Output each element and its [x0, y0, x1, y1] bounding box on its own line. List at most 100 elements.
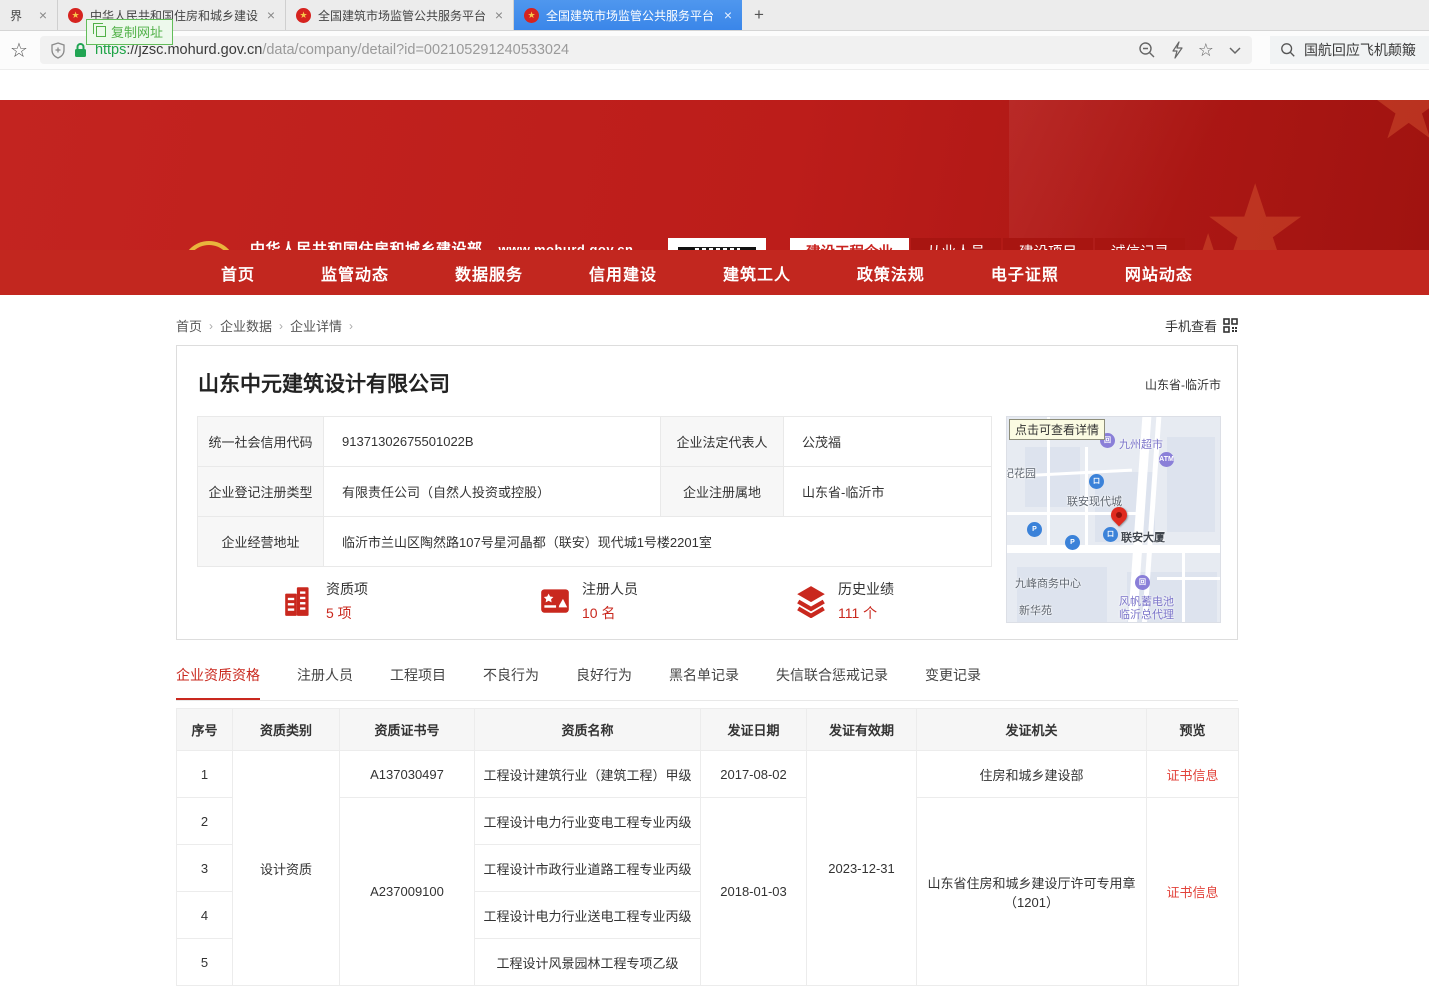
building-poi-icon: 口 — [1089, 474, 1104, 489]
cell-authority: 住房和城乡建设部 — [917, 751, 1147, 798]
tab-dishonesty-records[interactable]: 失信联合惩戒记录 — [776, 665, 888, 700]
flag-star-decoration: ★ — [1201, 160, 1309, 250]
tab-blacklist[interactable]: 黑名单记录 — [669, 665, 739, 700]
qr-mini-icon — [1223, 318, 1238, 333]
table-row: 企业经营地址 临沂市兰山区陶然路107号星河晶都（联安）现代城1号楼2201室 — [198, 517, 992, 567]
address-bar-actions: ☆ — [1138, 41, 1242, 59]
bookmark-star-icon[interactable]: ☆ — [10, 38, 28, 63]
nav-item-site-news[interactable]: 网站动态 — [1125, 261, 1193, 285]
stat-qualifications[interactable]: 资质项 5 项 — [282, 579, 538, 623]
company-region: 山东省-临沂市 — [1145, 376, 1221, 393]
brand-text: 中华人民共和国住房和城乡建设部www.mohurd.gov.cn 全国建筑市场监… — [250, 238, 670, 250]
search-tab-personnel[interactable]: 从业人员 — [911, 238, 1001, 250]
nav-item-credit[interactable]: 信用建设 — [589, 261, 657, 285]
tab-registered-personnel[interactable]: 注册人员 — [297, 665, 353, 700]
tab-change-records[interactable]: 变更记录 — [925, 665, 981, 700]
tab-qualifications[interactable]: 企业资质资格 — [176, 665, 260, 700]
new-tab-button[interactable]: + — [742, 0, 776, 30]
main-navigation: 首页 监管动态 数据服务 信用建设 建筑工人 政策法规 电子证照 网站动态 — [0, 250, 1429, 295]
col-name: 资质名称 — [475, 709, 701, 751]
cell-name: 工程设计风景园林工程专项乙级 — [475, 939, 701, 986]
company-stats: 资质项5 项 注册人员10 名 历史业绩111 个 — [282, 579, 1052, 623]
reg-region-label: 企业注册属地 — [661, 467, 784, 517]
site-brand[interactable]: 中华人民共和国住房和城乡建设部www.mohurd.gov.cn 全国建筑市场监… — [181, 238, 670, 250]
nav-item-home[interactable]: 首页 — [221, 261, 255, 285]
tab-close-icon[interactable]: × — [39, 7, 47, 23]
stat-label: 资质项 — [326, 579, 368, 599]
favorite-star-icon[interactable]: ☆ — [1198, 41, 1214, 59]
site-favicon-icon: ★ — [524, 8, 539, 23]
cell-no: 3 — [177, 845, 233, 892]
browser-tab-partial[interactable]: 界 × — [0, 0, 58, 30]
stat-value: 5 项 — [326, 603, 368, 623]
tab-good-behavior[interactable]: 良好行为 — [576, 665, 632, 700]
search-tab-project[interactable]: 建设项目 — [1003, 238, 1093, 250]
map-road — [1006, 545, 1221, 553]
col-category: 资质类别 — [233, 709, 340, 751]
map-label: 纪花园 — [1006, 465, 1036, 481]
cell-name: 工程设计建筑行业（建筑工程）甲级 — [475, 751, 701, 798]
shield-permission-icon[interactable] — [50, 42, 66, 59]
table-row: 企业登记注册类型 有限责任公司（自然人投资或控股） 企业注册属地 山东省-临沂市 — [198, 467, 992, 517]
stat-registered-personnel[interactable]: 注册人员10 名 — [538, 579, 794, 623]
map-label: 九州超市 — [1119, 436, 1163, 452]
copy-icon — [96, 26, 106, 37]
legal-rep-value: 公茂福 — [784, 417, 992, 467]
company-info-table: 统一社会信用代码 91371302675501022B 企业法定代表人 公茂福 … — [197, 416, 992, 567]
search-icon — [1280, 42, 1296, 58]
reg-type-label: 企业登记注册类型 — [198, 467, 324, 517]
cell-validity: 2023-12-31 — [807, 751, 917, 986]
cell-no: 1 — [177, 751, 233, 798]
tab-bad-behavior[interactable]: 不良行为 — [483, 665, 539, 700]
browser-tab-active[interactable]: ★ 全国建筑市场监管公共服务平台 × — [514, 0, 742, 30]
breadcrumb-separator: › — [279, 319, 283, 333]
nav-item-data-service[interactable]: 数据服务 — [455, 261, 523, 285]
header-search: 建设工程企业 从业人员 建设项目 诚信记录 搜索 — [790, 238, 1237, 250]
quick-search-text: 国航回应飞机颠簸 — [1304, 40, 1416, 60]
site-header: ★ ★ ★ 中华人民共和国住房和城乡建设部www.mohurd.gov.cn 全… — [0, 100, 1429, 250]
browser-address-bar: ☆ https://jzsc.mohurd.gov.cn/data/compan… — [0, 31, 1429, 70]
breadcrumb-company-detail[interactable]: 企业详情 — [290, 316, 342, 335]
tab-close-icon[interactable]: × — [267, 7, 275, 23]
quick-search-box[interactable]: 国航回应飞机颠簸 — [1270, 36, 1429, 64]
table-row: 统一社会信用代码 91371302675501022B 企业法定代表人 公茂福 — [198, 417, 992, 467]
flag-decoration — [1009, 100, 1429, 250]
nav-item-workers[interactable]: 建筑工人 — [723, 261, 791, 285]
tab-projects[interactable]: 工程项目 — [390, 665, 446, 700]
tab-close-icon[interactable]: × — [724, 7, 732, 23]
search-tab-credit[interactable]: 诚信记录 — [1095, 238, 1185, 250]
certificate-info-link[interactable]: 证书信息 — [1147, 798, 1239, 986]
map-label: 九峰商务中心 — [1015, 575, 1081, 591]
breadcrumb-separator: › — [349, 319, 353, 333]
address-label: 企业经营地址 — [198, 517, 324, 567]
lightning-icon[interactable] — [1170, 41, 1184, 59]
cell-name: 工程设计电力行业变电工程专业丙级 — [475, 798, 701, 845]
browser-tab-jzsc-1[interactable]: ★ 全国建筑市场监管公共服务平台 × — [286, 0, 514, 30]
tab-close-icon[interactable]: × — [495, 7, 503, 23]
building-poi-icon: 口 — [1103, 527, 1118, 542]
qualification-table: 序号 资质类别 资质证书号 资质名称 发证日期 发证有效期 发证机关 预览 1 … — [176, 708, 1239, 986]
nav-item-supervision[interactable]: 监管动态 — [321, 261, 389, 285]
certificate-info-link[interactable]: 证书信息 — [1147, 751, 1239, 798]
nav-item-policy[interactable]: 政策法规 — [857, 261, 925, 285]
search-tab-enterprise[interactable]: 建设工程企业 — [790, 238, 909, 250]
cell-issue-date: 2017-08-02 — [701, 751, 807, 798]
mobile-view-link[interactable]: 手机查看 — [1165, 316, 1238, 335]
breadcrumb: 首页 › 企业数据 › 企业详情 › 手机查看 — [176, 316, 1238, 335]
col-preview: 预览 — [1147, 709, 1239, 751]
secure-lock-icon — [74, 42, 87, 58]
breadcrumb-home[interactable]: 首页 — [176, 316, 202, 335]
cell-issue-date: 2018-01-03 — [701, 798, 807, 986]
breadcrumb-company-data[interactable]: 企业数据 — [220, 316, 272, 335]
cell-category: 设计资质 — [233, 751, 340, 986]
browser-window: 界 × ★ 中华人民共和国住房和城乡建设 × ★ 全国建筑市场监管公共服务平台 … — [0, 0, 1429, 996]
cell-cert-no: A237009100 — [340, 798, 475, 986]
chevron-down-icon[interactable] — [1228, 46, 1242, 55]
company-location-map[interactable]: 点击可查看详情 回 九州超市 ATM 口 联安现代城 纪花园 口 联安大厦 P … — [1006, 416, 1221, 623]
stat-value: 111 个 — [838, 603, 894, 623]
nav-item-e-license[interactable]: 电子证照 — [991, 261, 1059, 285]
site-favicon-icon: ★ — [68, 8, 83, 23]
url-field[interactable]: https://jzsc.mohurd.gov.cn/data/company/… — [40, 36, 1252, 64]
copy-url-tooltip-text: 复制网址 — [111, 22, 163, 41]
zoom-out-icon[interactable] — [1138, 41, 1156, 59]
